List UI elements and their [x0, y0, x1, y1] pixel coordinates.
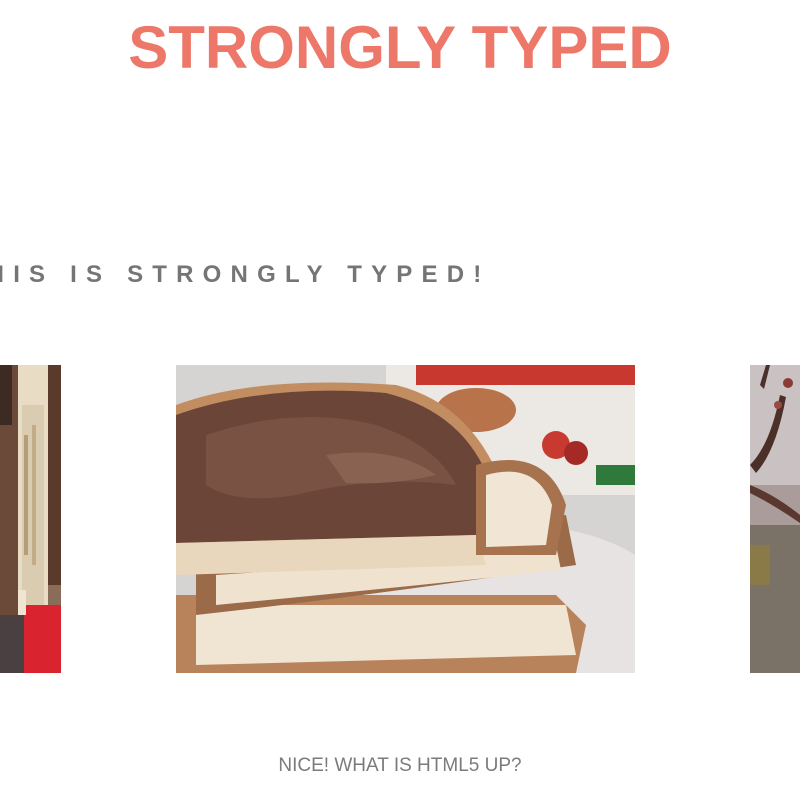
site-title[interactable]: STRONGLY TYPED — [0, 10, 800, 86]
gallery-item-nutella-toast[interactable] — [176, 365, 635, 673]
gallery-item-books[interactable] — [0, 365, 61, 673]
gallery-item-branch[interactable] — [750, 365, 800, 673]
what-is-html5-up-link[interactable]: NICE! WHAT IS HTML5 UP? — [0, 753, 800, 779]
books-image — [0, 365, 61, 673]
banner-tagline: GENTLEMEN, BEHOLD! THIS IS STRONGLY TYPE… — [0, 258, 800, 292]
nutella-toast-image — [176, 365, 635, 673]
page: STRONGLY TYPED GENTLEMEN, BEHOLD! THIS I… — [0, 0, 800, 800]
branch-image — [750, 365, 800, 673]
tagline-text: GENTLEMEN, BEHOLD! THIS IS STRONGLY TYPE… — [0, 261, 491, 288]
